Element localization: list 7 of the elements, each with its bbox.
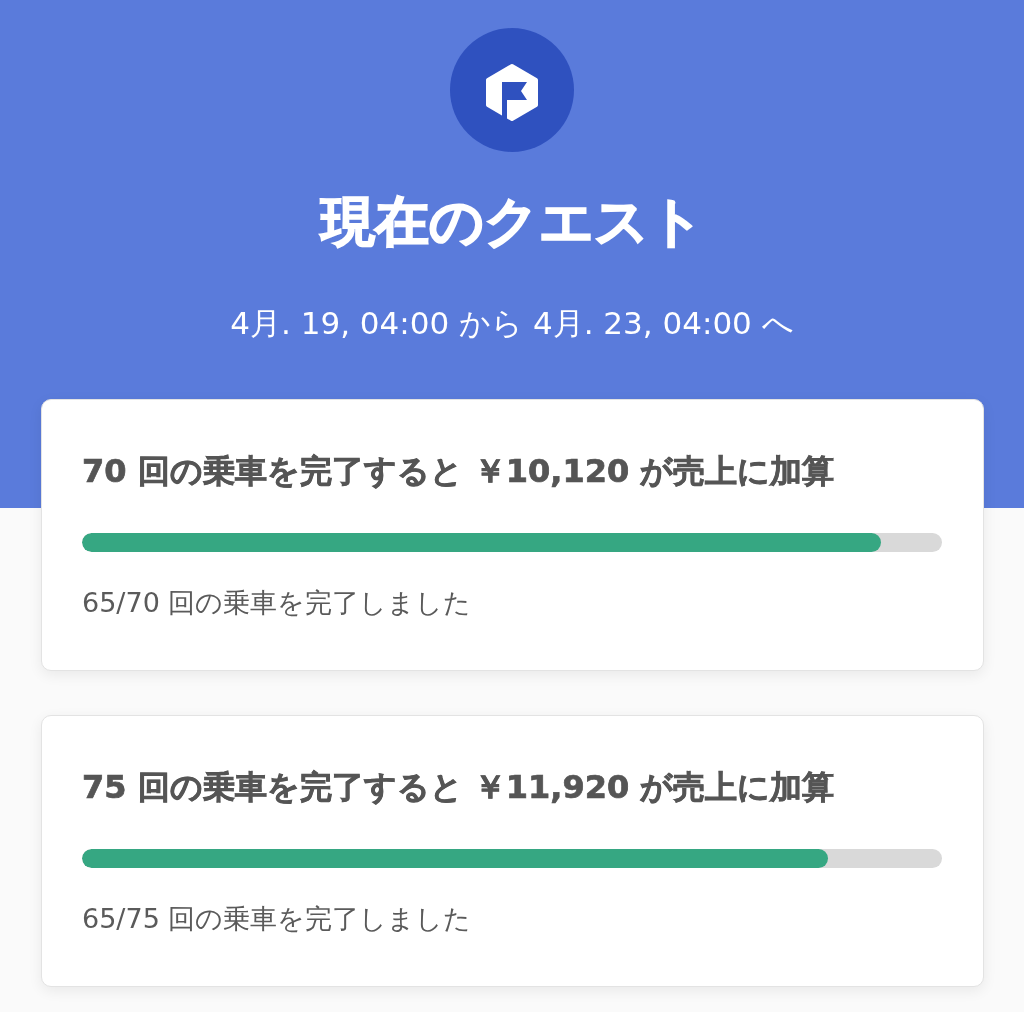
flag-icon [450, 28, 574, 152]
quest-title: 75 回の乗車を完了すると ￥11,920 が売上に加算 [82, 768, 836, 806]
quest-period: 4月. 19, 04:00 から 4月. 23, 04:00 へ [230, 304, 794, 342]
quest-title: 70 回の乗車を完了すると ￥10,120 が売上に加算 [82, 452, 836, 490]
progress-text: 65/70 回の乗車を完了しました [82, 587, 473, 619]
page-title: 現在のクエスト [320, 190, 704, 255]
progress-text: 65/75 回の乗車を完了しました [82, 903, 473, 935]
